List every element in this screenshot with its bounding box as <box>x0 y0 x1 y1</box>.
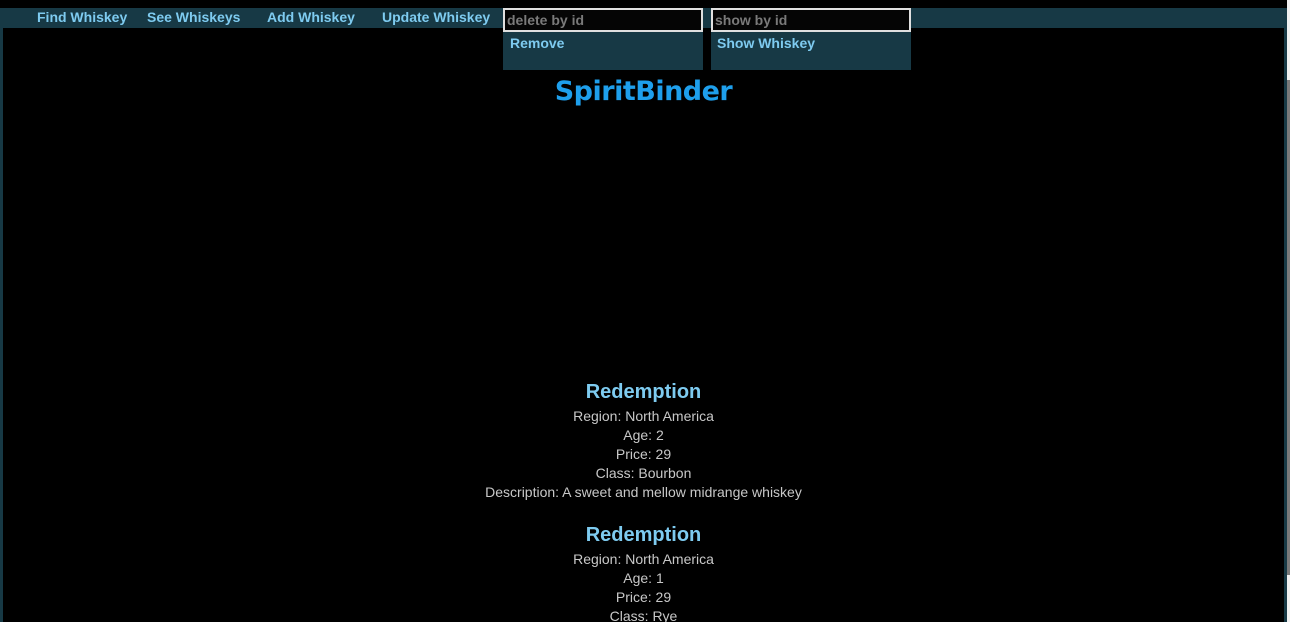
page: Find Whiskey See Whiskeys Add Whiskey Up… <box>0 0 1290 622</box>
whiskey-card: Redemption Region: North America Age: 1 … <box>0 522 1287 622</box>
whiskey-class: Class: Bourbon <box>595 465 692 481</box>
show-form: Show Whiskey <box>711 8 911 70</box>
whiskey-card: Redemption Region: North America Age: 2 … <box>0 379 1287 502</box>
nav-link-add-whiskey[interactable]: Add Whiskey <box>267 8 355 26</box>
nav-link-see-whiskeys[interactable]: See Whiskeys <box>147 8 240 26</box>
whiskey-description: Description: A sweet and mellow midrange… <box>485 484 802 500</box>
delete-form: Remove <box>503 8 703 70</box>
delete-by-id-input[interactable] <box>503 8 703 32</box>
whiskey-price: Price: 29 <box>615 589 672 605</box>
nav-link-find-whiskey[interactable]: Find Whiskey <box>37 8 127 26</box>
brand-title: SpiritBinder <box>554 76 733 107</box>
remove-button[interactable]: Remove <box>510 34 564 52</box>
show-whiskey-button[interactable]: Show Whiskey <box>717 34 815 52</box>
whiskey-region: Region: North America <box>573 408 714 424</box>
top-edge <box>0 0 1290 8</box>
whiskey-price: Price: 29 <box>615 446 672 462</box>
nav-link-update-whiskey[interactable]: Update Whiskey <box>382 8 490 26</box>
whiskey-age: Age: 2 <box>623 427 664 443</box>
show-by-id-input[interactable] <box>711 8 911 32</box>
whiskey-class: Class: Rye <box>609 608 678 622</box>
whiskey-name: Redemption <box>585 381 702 403</box>
whiskey-region: Region: North America <box>573 551 714 567</box>
whiskey-name: Redemption <box>585 524 702 546</box>
whiskey-age: Age: 1 <box>623 570 664 586</box>
